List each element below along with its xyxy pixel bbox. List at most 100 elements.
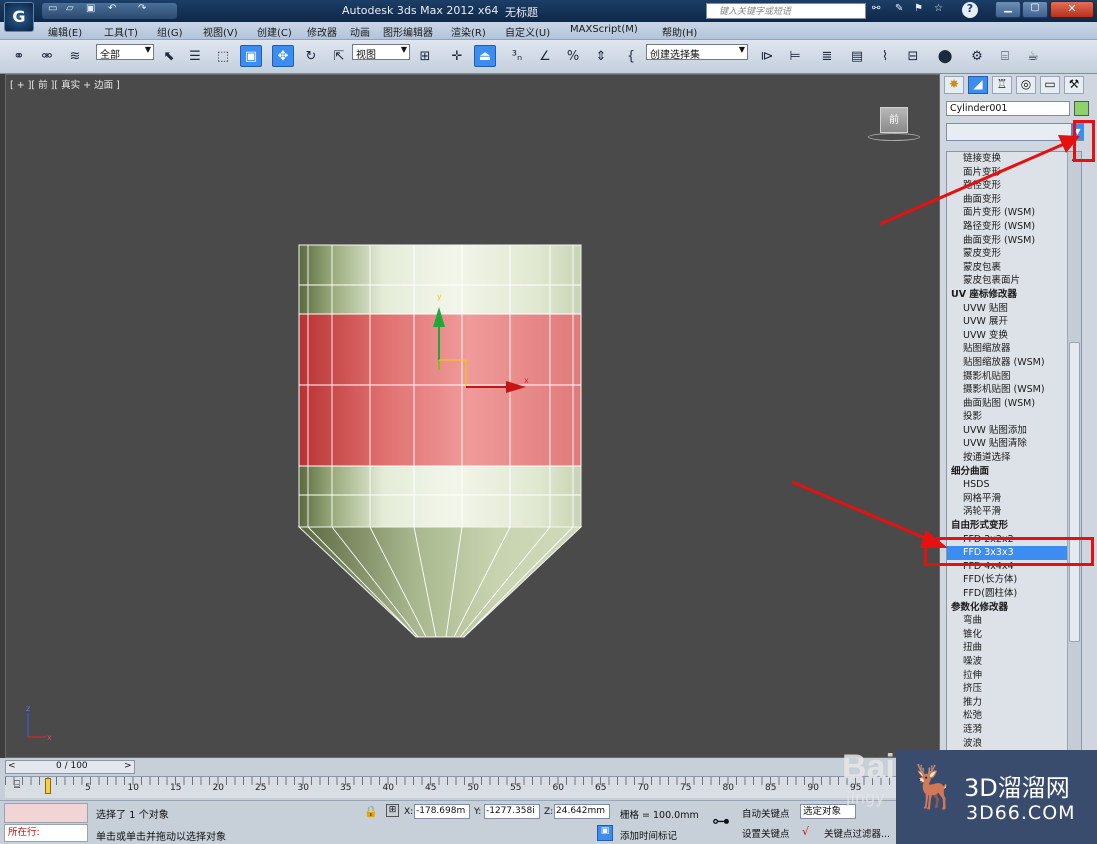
set-key-icon[interactable]: ⊶ xyxy=(706,807,736,837)
auto-key-button[interactable]: 自动关键点 xyxy=(742,806,790,820)
track-bar[interactable]: 5 10 15 20 25 30 35 40 45 50 55 60 65 70 75 80 85 90 95 xyxy=(5,776,900,798)
favorites-icon[interactable]: ☆ xyxy=(934,3,943,14)
modifier-item[interactable]: 贴图缩放器 (WSM) xyxy=(947,356,1081,370)
modifier-item[interactable]: 按通道选择 xyxy=(947,451,1081,465)
menu-animation[interactable]: 动画 xyxy=(350,24,370,39)
open-file-icon[interactable]: ▱ xyxy=(66,3,74,14)
menu-rendering[interactable]: 渲染(R) xyxy=(451,24,486,39)
menu-maxscript[interactable]: MAXScript(M) xyxy=(570,24,638,35)
modifier-item[interactable]: 曲面贴图 (WSM) xyxy=(947,397,1081,411)
modifier-item[interactable]: 弯曲 xyxy=(947,614,1081,628)
menu-create[interactable]: 创建(C) xyxy=(257,24,292,39)
search-input[interactable]: 键入关键字或短语 xyxy=(706,3,866,19)
select-move-icon[interactable]: ✥ xyxy=(272,45,294,67)
menu-views[interactable]: 视图(V) xyxy=(203,24,238,39)
y-coordinate-field[interactable]: -1277.358i xyxy=(484,804,540,819)
menu-customize[interactable]: 自定义(U) xyxy=(505,24,550,39)
modifier-list[interactable]: ▲ 链接变换 面片变形 路径变形 曲面变形 面片变形 (WSM) 路径变形 (WSM) 曲面… xyxy=(946,151,1082,826)
modifier-item[interactable]: UVW 变换 xyxy=(947,329,1081,343)
window-crossing-icon[interactable]: ▣ xyxy=(240,45,262,67)
select-rotate-icon[interactable]: ↻ xyxy=(300,45,322,67)
modifier-item[interactable]: 涟漪 xyxy=(947,723,1081,737)
key-curve-icon[interactable]: √ xyxy=(802,825,809,838)
named-selection-dropdown[interactable]: 创建选择集 ▼ xyxy=(646,44,748,61)
modifier-item[interactable]: 松弛 xyxy=(947,709,1081,723)
modifier-item[interactable]: 网格平滑 xyxy=(947,492,1081,506)
time-slider[interactable]: < 0 / 100 > xyxy=(5,760,135,774)
modifier-item[interactable]: 曲面变形 xyxy=(947,193,1081,207)
modify-tab-icon[interactable]: ◢ xyxy=(968,76,988,94)
create-tab-icon[interactable]: ✸ xyxy=(944,76,964,94)
modifier-item[interactable]: 贴图缩放器 xyxy=(947,342,1081,356)
layer-manager-icon[interactable]: ≣ xyxy=(816,45,838,67)
help-icon[interactable]: ? xyxy=(962,2,978,18)
modifier-item[interactable]: 曲面变形 (WSM) xyxy=(947,234,1081,248)
link-icon[interactable]: ⚭ xyxy=(8,45,30,67)
new-file-icon[interactable]: ▭ xyxy=(48,3,57,14)
front-viewport[interactable]: [ + ][ 前 ][ 真实 + 边面 ] 前 y x z x xyxy=(5,74,940,758)
bind-space-warp-icon[interactable]: ≋ xyxy=(64,45,86,67)
add-time-tag-button[interactable]: ▣ xyxy=(597,825,613,841)
menu-help[interactable]: 帮助(H) xyxy=(662,24,697,39)
percent-snap-icon[interactable]: % xyxy=(562,45,584,67)
modifier-item[interactable]: HSDS xyxy=(947,478,1081,492)
maxscript-prompt[interactable]: 所在行: xyxy=(4,824,88,842)
graphite-ribbon-icon[interactable]: ▤ xyxy=(846,45,868,67)
minimize-button[interactable]: ▁ xyxy=(995,1,1021,18)
modifier-item[interactable]: 摄影机贴图 xyxy=(947,370,1081,384)
modifier-item[interactable]: 投影 xyxy=(947,410,1081,424)
communication-icon[interactable]: ⚑ xyxy=(914,3,923,14)
angle-snap-icon[interactable]: ∠ xyxy=(534,45,556,67)
z-coordinate-field[interactable]: 24.642mm xyxy=(554,804,610,819)
binoculars-icon[interactable]: ⚯ xyxy=(872,3,880,14)
modifier-list-dropdown[interactable] xyxy=(946,123,1084,141)
maximize-button[interactable]: ▢ xyxy=(1022,1,1048,18)
modifier-item[interactable]: 锥化 xyxy=(947,628,1081,642)
modifier-item[interactable]: UVW 贴图清除 xyxy=(947,437,1081,451)
modifier-category[interactable]: 细分曲面 xyxy=(947,465,1081,479)
select-manipulate-icon[interactable]: ✛ xyxy=(446,45,468,67)
modifier-item[interactable]: 路径变形 (WSM) xyxy=(947,220,1081,234)
modifier-item[interactable]: 挤压 xyxy=(947,682,1081,696)
modifier-category[interactable]: 自由形式变形 xyxy=(947,519,1081,533)
modifier-item[interactable]: 摄影机贴图 (WSM) xyxy=(947,383,1081,397)
modifier-item[interactable]: 面片变形 (WSM) xyxy=(947,206,1081,220)
absolute-mode-icon[interactable]: ⊞ xyxy=(386,804,399,817)
render-setup-icon[interactable]: ⚙ xyxy=(966,45,988,67)
modifier-item[interactable]: UVW 贴图 xyxy=(947,302,1081,316)
modifier-item[interactable]: 拉伸 xyxy=(947,669,1081,683)
modifier-item[interactable]: 蒙皮变形 xyxy=(947,247,1081,261)
rendered-frame-window-icon[interactable]: ⌸ xyxy=(994,45,1016,67)
select-scale-icon[interactable]: ⇱ xyxy=(328,45,350,67)
schematic-view-icon[interactable]: ⊟ xyxy=(902,45,924,67)
keyboard-shortcut-override-icon[interactable]: ⏏ xyxy=(474,45,496,67)
modifier-list-scrollbar[interactable]: ▲ xyxy=(1067,152,1081,825)
menu-tools[interactable]: 工具(T) xyxy=(104,24,138,39)
unlink-icon[interactable]: ⚮ xyxy=(36,45,58,67)
prev-frame-icon[interactable]: < xyxy=(8,761,16,771)
undo-icon[interactable]: ↶ xyxy=(108,3,116,14)
redo-icon[interactable]: ↷ xyxy=(138,3,146,14)
menu-graph-editors[interactable]: 图形编辑器 xyxy=(383,24,433,39)
menu-group[interactable]: 组(G) xyxy=(157,24,183,39)
select-by-name-icon[interactable]: ☰ xyxy=(184,45,206,67)
curve-editor-icon[interactable]: ⌇ xyxy=(874,45,896,67)
selection-filter-dropdown[interactable]: 全部 ▼ xyxy=(96,44,154,61)
cylinder-model[interactable] xyxy=(297,244,583,638)
set-key-button[interactable]: 设置关键点 xyxy=(742,826,790,840)
select-object-icon[interactable]: ⬉ xyxy=(158,45,180,67)
x-coordinate-field[interactable]: -178.698m xyxy=(414,804,470,819)
modifier-item[interactable]: 蒙皮包裹面片 xyxy=(947,274,1081,288)
modifier-item[interactable]: FFD(圆柱体) xyxy=(947,587,1081,601)
render-production-icon[interactable]: ☕ xyxy=(1022,45,1044,67)
material-editor-icon[interactable]: ⬤ xyxy=(934,45,956,67)
app-logo-icon[interactable]: G xyxy=(4,2,34,32)
mini-curve-toggle-icon[interactable]: ⌸ xyxy=(9,778,25,794)
time-indicator[interactable] xyxy=(45,778,51,794)
save-icon[interactable]: ▣ xyxy=(86,3,95,14)
modifier-category[interactable]: UV 座标修改器 xyxy=(947,288,1081,302)
object-color-swatch[interactable] xyxy=(1074,101,1089,116)
modifier-item[interactable]: 链接变换 xyxy=(947,152,1081,166)
modifier-item[interactable]: 蒙皮包裹 xyxy=(947,261,1081,275)
spinner-snap-icon[interactable]: ⇕ xyxy=(590,45,612,67)
